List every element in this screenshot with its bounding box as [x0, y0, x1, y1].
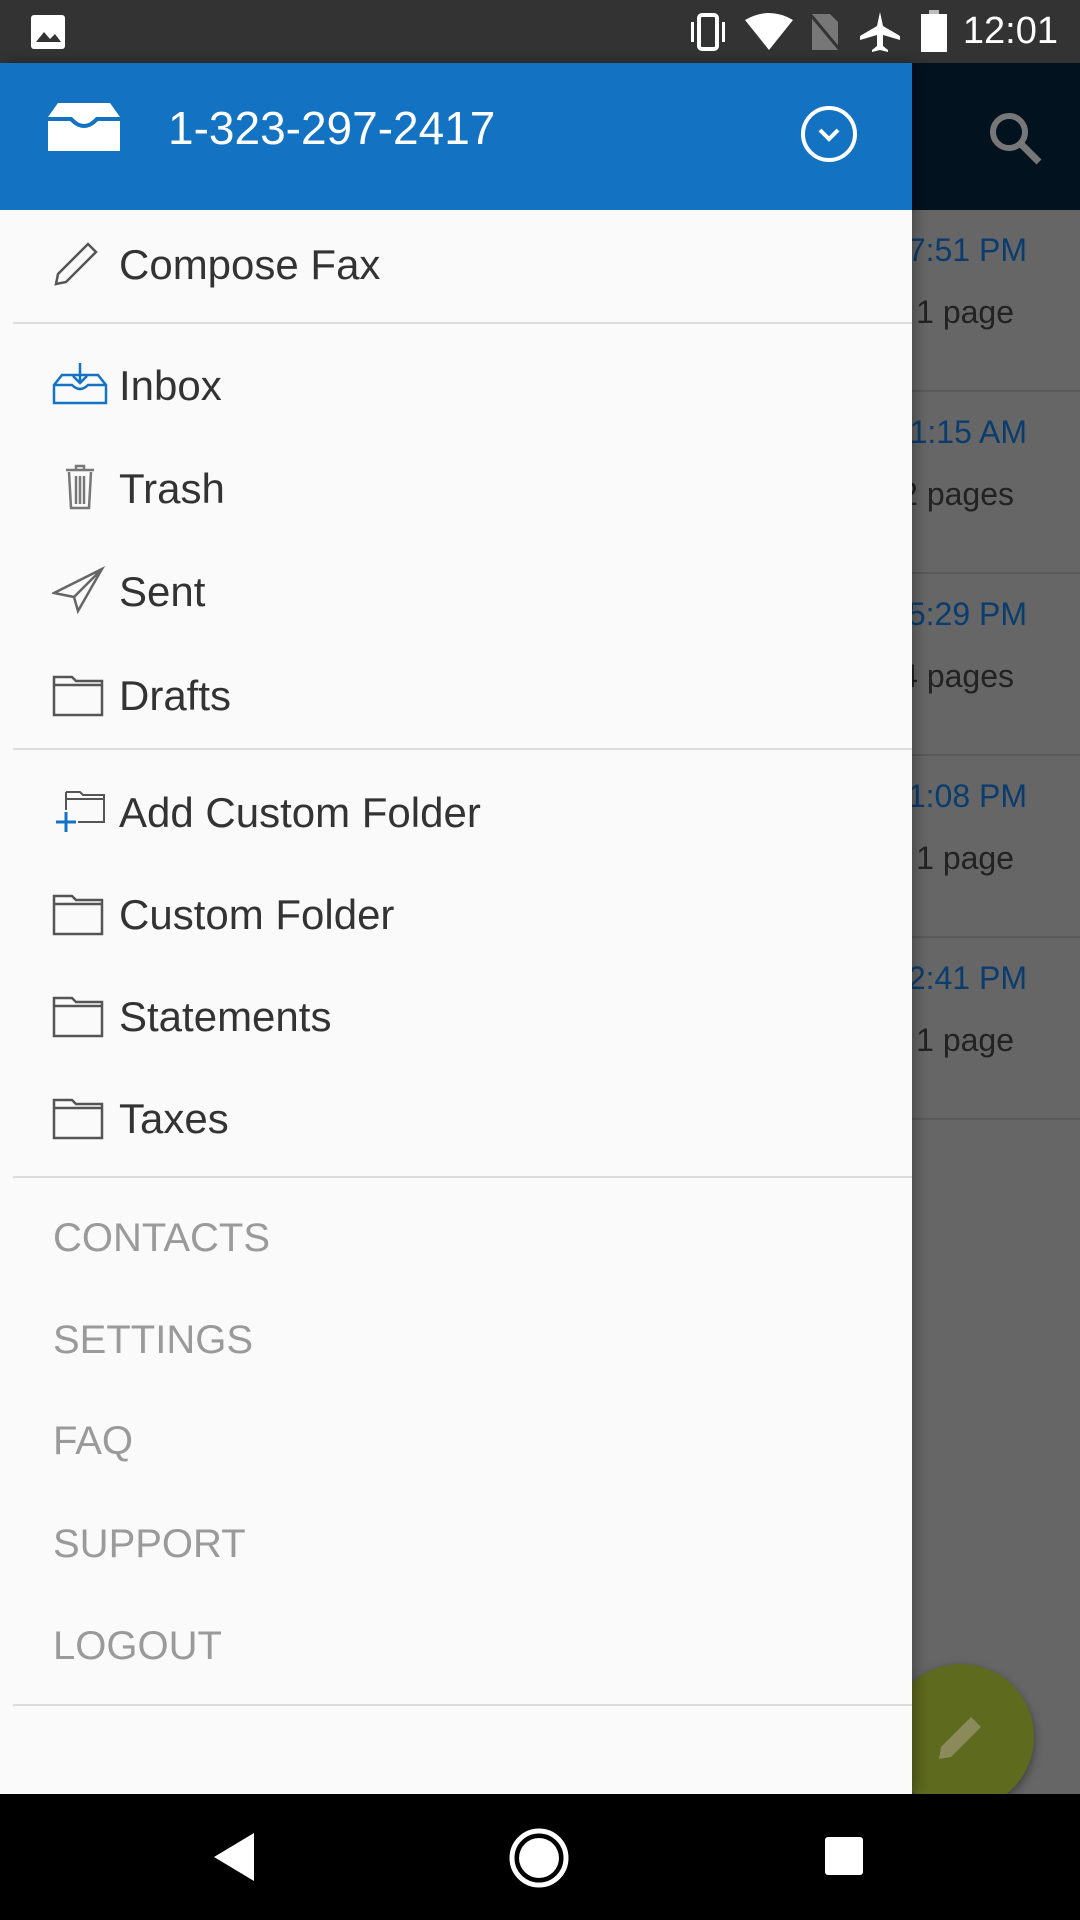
battery-icon: [921, 10, 947, 52]
menu-logout[interactable]: LOGOUT: [0, 1601, 912, 1691]
add-custom-folder-label: Add Custom Folder: [119, 789, 481, 836]
trash-icon: [66, 464, 94, 510]
fax-time: 01:15 AM: [891, 414, 1027, 450]
folder-item-sent[interactable]: Sent: [0, 545, 912, 635]
custom-folder-item[interactable]: Custom Folder: [0, 868, 912, 958]
navigation-drawer: 1-323-297-2417 Compose Fax Inbox Trash S…: [0, 63, 912, 1794]
image-icon: [31, 15, 65, 49]
folder-icon: [52, 996, 104, 1038]
fax-pages: 2 pages: [900, 476, 1014, 512]
divider: [13, 1176, 912, 1178]
divider: [13, 322, 912, 324]
inbox-label: Inbox: [119, 362, 222, 409]
custom-folder-label: Statements: [119, 993, 332, 1040]
divider: [13, 1704, 912, 1706]
logout-label: LOGOUT: [53, 1624, 222, 1668]
contacts-label: CONTACTS: [53, 1216, 271, 1260]
airplane-icon: [860, 12, 900, 52]
vibrate-icon: [691, 13, 725, 51]
compose-fax-label: Compose Fax: [119, 241, 381, 288]
custom-folder-item[interactable]: Taxes: [0, 1072, 912, 1162]
folder-icon: [52, 675, 104, 717]
menu-faq[interactable]: FAQ: [0, 1396, 912, 1486]
folder-item-drafts[interactable]: Drafts: [0, 649, 912, 739]
account-dropdown-icon[interactable]: [800, 105, 858, 163]
custom-folder-label: Custom Folder: [119, 891, 395, 938]
folder-icon: [52, 894, 104, 936]
custom-folder-item[interactable]: Statements: [0, 970, 912, 1060]
menu-contacts[interactable]: CONTACTS: [0, 1193, 912, 1283]
no-sim-icon: [808, 13, 842, 51]
pencil-icon: [939, 1717, 981, 1759]
status-bar: 12:01: [0, 0, 1080, 63]
drafts-label: Drafts: [119, 672, 232, 719]
divider: [13, 748, 912, 750]
custom-folder-label: Taxes: [119, 1095, 229, 1142]
folder-item-trash[interactable]: Trash: [0, 442, 912, 532]
folder-item-inbox[interactable]: Inbox: [0, 339, 912, 429]
fax-pages: 1 page: [916, 840, 1014, 876]
home-icon[interactable]: [508, 1827, 570, 1889]
back-icon[interactable]: [210, 1829, 260, 1885]
settings-label: SETTINGS: [53, 1318, 254, 1362]
faq-label: FAQ: [53, 1419, 134, 1463]
pencil-icon: [54, 242, 98, 286]
inbox-tray-icon: [48, 103, 120, 151]
compose-fax-item[interactable]: Compose Fax: [0, 218, 912, 308]
add-folder-icon: [56, 791, 105, 832]
fax-pages: 1 page: [916, 1022, 1014, 1058]
fax-pages: 1 page: [916, 294, 1014, 330]
clock: 12:01: [962, 10, 1058, 52]
support-label: SUPPORT: [53, 1522, 246, 1566]
fax-pages: 4 pages: [900, 658, 1014, 694]
menu-settings[interactable]: SETTINGS: [0, 1295, 912, 1385]
menu-support[interactable]: SUPPORT: [0, 1499, 912, 1589]
sent-label: Sent: [119, 568, 206, 615]
recents-icon[interactable]: [823, 1835, 865, 1877]
add-custom-folder-item[interactable]: Add Custom Folder: [0, 766, 912, 856]
send-icon: [52, 566, 106, 615]
drawer-header: 1-323-297-2417: [0, 63, 912, 210]
trash-label: Trash: [119, 465, 225, 512]
inbox-icon: [52, 363, 108, 405]
account-number: 1-323-297-2417: [168, 102, 496, 154]
search-icon[interactable]: [985, 108, 1045, 168]
system-navigation-bar: [0, 1794, 1080, 1920]
folder-icon: [52, 1098, 104, 1140]
wifi-icon: [745, 13, 793, 50]
